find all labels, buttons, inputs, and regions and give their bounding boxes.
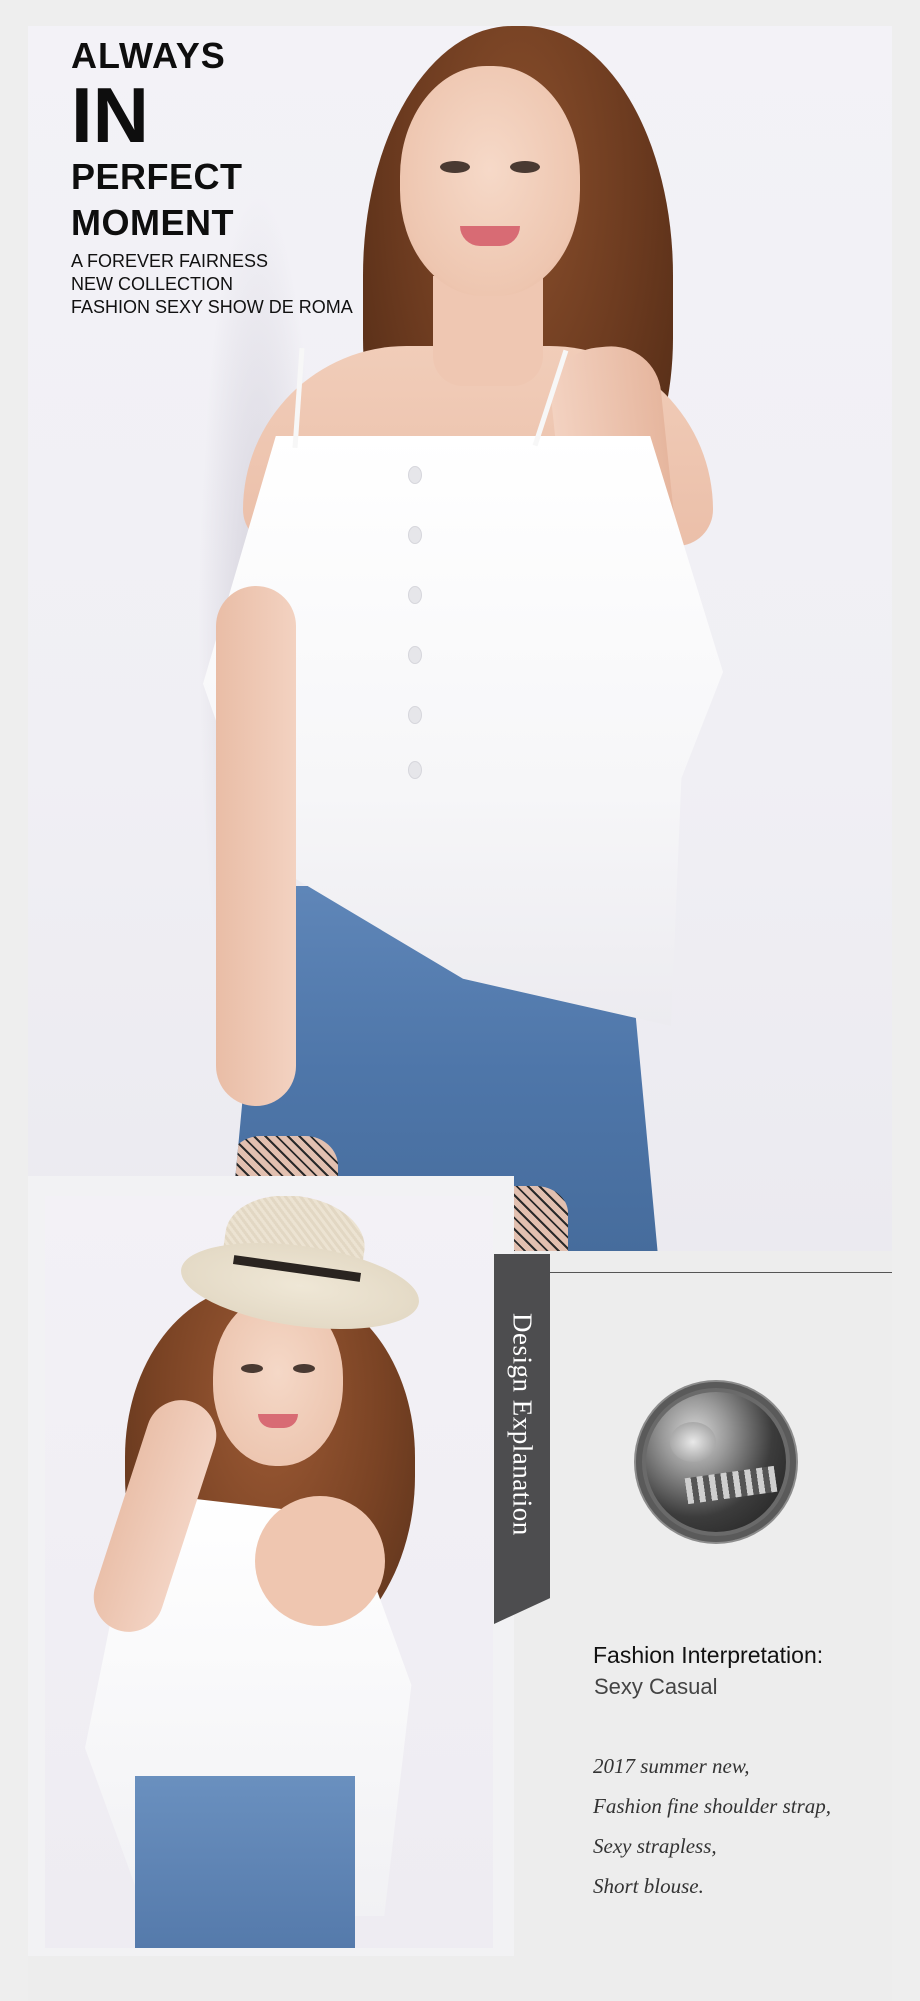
subtitle-line: FASHION SEXY SHOW DE ROMA [71,297,353,317]
interpretation-value: Sexy Casual [594,1674,718,1699]
model2-lips [258,1414,298,1428]
top-button [408,761,422,779]
design-ribbon-label: Design Explanation [494,1254,550,1594]
avatar-photo [646,1392,786,1532]
model-eye-right [510,161,540,173]
headline-perfect: PERFECT [71,156,243,197]
section-divider [550,1272,892,1273]
model2-eye-right [293,1364,315,1373]
hero-headline: ALWAYS IN PERFECT MOMENT A FOREVER FAIRN… [71,36,353,319]
secondary-photo [45,1196,493,1948]
model-eye-left [440,161,470,173]
hero-subtitle: A FOREVER FAIRNESS NEW COLLECTION FASHIO… [71,250,353,319]
avatar-workbench [684,1465,778,1505]
headline-moment: MOMENT [71,202,234,243]
headline-in: IN [71,71,149,159]
designer-avatar-icon [636,1382,796,1542]
top-button [408,646,422,664]
description-line: Fashion fine shoulder strap, [593,1794,832,1818]
model2-jeans [135,1776,355,1948]
hero-banner: ALWAYS IN PERFECT MOMENT A FOREVER FAIRN… [28,26,892,1251]
product-detail-page: ALWAYS IN PERFECT MOMENT A FOREVER FAIRN… [28,26,892,2001]
headline-always: ALWAYS [71,35,226,76]
model2-shoulder [255,1496,385,1626]
subtitle-line: A FOREVER FAIRNESS [71,251,269,271]
model-face [400,66,580,296]
description-line: Short blouse. [593,1874,704,1898]
model-lips [460,226,520,246]
top-button [408,526,422,544]
subtitle-line: NEW COLLECTION [71,274,234,294]
description-line: Sexy strapless, [593,1834,717,1858]
design-description: 2017 summer new, Fashion fine shoulder s… [593,1746,831,1906]
description-line: 2017 summer new, [593,1754,750,1778]
model2-eye-left [241,1364,263,1373]
model-arm-left [216,586,296,1106]
top-button [408,706,422,724]
top-button [408,586,422,604]
avatar-head [670,1422,716,1462]
ribbon-text: Design Explanation [507,1312,538,1536]
top-button [408,466,422,484]
interpretation-label: Fashion Interpretation: [593,1642,824,1668]
